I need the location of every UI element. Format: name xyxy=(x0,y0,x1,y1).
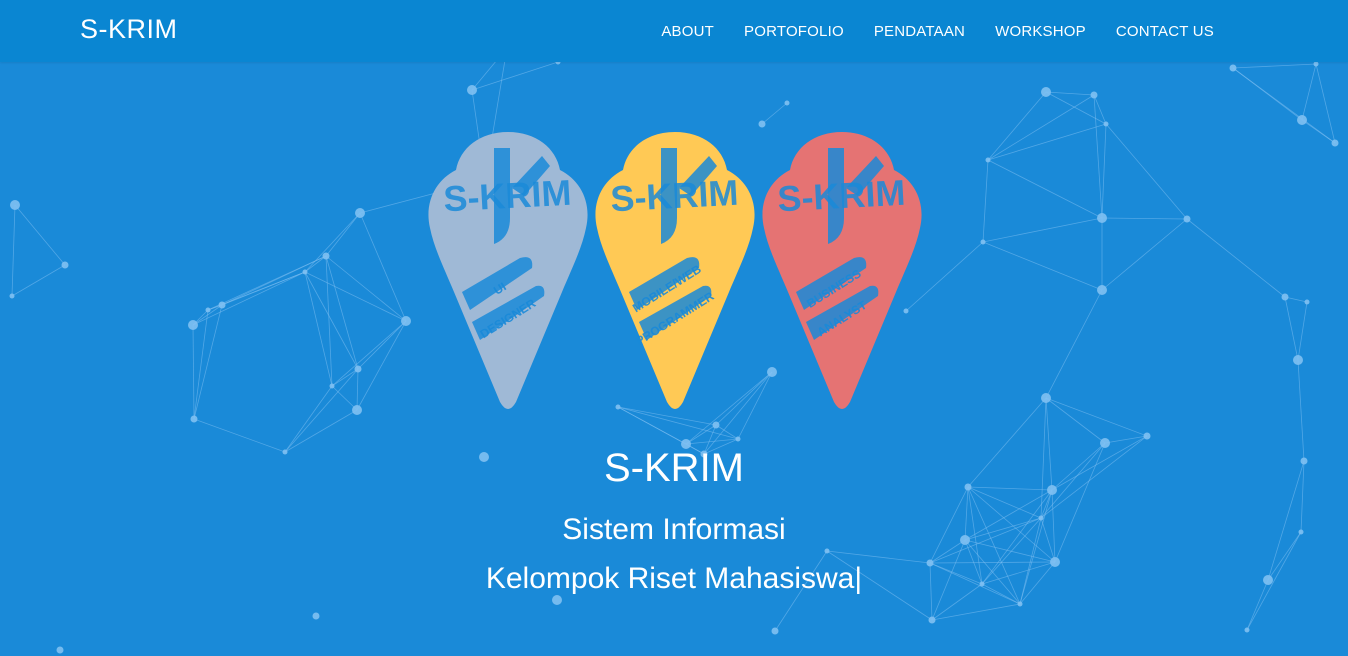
nav-link-workshop[interactable]: WORKSHOP xyxy=(995,23,1086,40)
navbar: S-KRIM ABOUT PORTOFOLIO PENDATAAN WORKSH… xyxy=(0,0,1348,62)
typed-text: Kelompok Riset Mahasiswa xyxy=(485,562,855,595)
hero-title: S-KRIM xyxy=(604,446,744,490)
hero-subtitle-line1: Sistem Informasi xyxy=(562,513,786,546)
hero-subtitle-line2: Kelompok Riset Mahasiswa| xyxy=(0,562,1348,596)
logo-business-analyst: S-KRIMBUSINESSANALYST xyxy=(762,132,922,409)
logo-ui-designer: S-KRIMUIDESIGNER xyxy=(428,132,588,409)
nav-link-contact-us[interactable]: CONTACT US xyxy=(1116,23,1214,40)
nav-link-portofolio[interactable]: PORTOFOLIO xyxy=(744,23,844,40)
svg-text:S-KRIM: S-KRIM xyxy=(442,172,572,220)
nav-links: ABOUT PORTOFOLIO PENDATAAN WORKSHOP CONT… xyxy=(631,0,1214,62)
nav-link-about[interactable]: ABOUT xyxy=(661,23,714,40)
typing-cursor: | xyxy=(854,562,863,595)
brand-logo-link[interactable]: S-KRIM xyxy=(80,14,178,45)
svg-text:S-KRIM: S-KRIM xyxy=(776,172,906,220)
role-logos: S-KRIM UI DESIGNER S-KRIM MOBILE/WEB PROGRAM… xyxy=(424,126,926,410)
nav-link-pendataan[interactable]: PENDATAAN xyxy=(874,23,965,40)
logo-mobile-web-programmer: S-KRIMMOBILE/WEBPROGRAMMER xyxy=(595,132,755,409)
svg-text:S-KRIM: S-KRIM xyxy=(609,172,739,220)
